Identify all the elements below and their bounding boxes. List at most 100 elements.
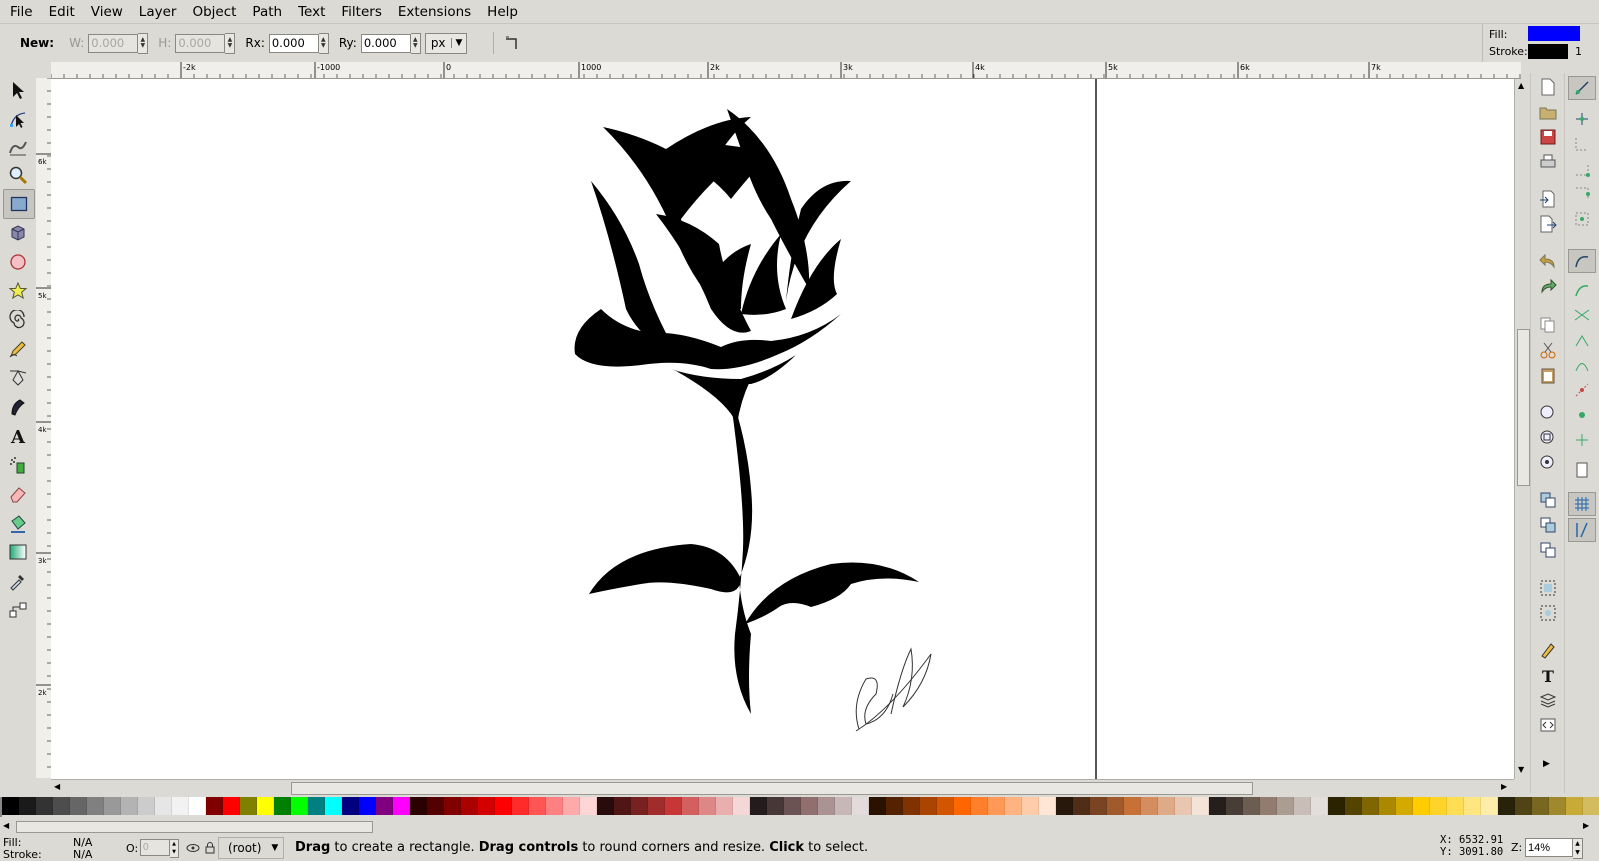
duplicate-icon[interactable] bbox=[1539, 491, 1557, 509]
palette-swatch[interactable] bbox=[903, 797, 920, 815]
snap-paths-icon[interactable] bbox=[1573, 281, 1591, 299]
palette-swatch[interactable] bbox=[359, 797, 376, 815]
horizontal-scrollbar[interactable]: ◀ ▶ bbox=[51, 779, 1514, 796]
palette-swatch[interactable] bbox=[1022, 797, 1039, 815]
scroll-down-icon[interactable]: ▼ bbox=[1518, 765, 1524, 774]
unlink-clone-icon[interactable] bbox=[1539, 541, 1557, 559]
palette-swatch[interactable] bbox=[597, 797, 614, 815]
width-stepper[interactable]: ▲ ▼ bbox=[138, 32, 149, 54]
palette-swatch[interactable] bbox=[988, 797, 1005, 815]
palette-swatch[interactable] bbox=[1260, 797, 1277, 815]
snap-bbox-corner-icon[interactable] bbox=[1573, 160, 1591, 178]
tweak-tool[interactable] bbox=[3, 133, 33, 161]
menu-text[interactable]: Text bbox=[288, 4, 331, 20]
palette-swatch[interactable] bbox=[1430, 797, 1447, 815]
snap-midpoints-icon[interactable] bbox=[1573, 381, 1591, 399]
palette-swatch[interactable] bbox=[1226, 797, 1243, 815]
palette-swatch[interactable] bbox=[1413, 797, 1430, 815]
ungroup-icon[interactable] bbox=[1539, 604, 1557, 622]
palette-swatch[interactable] bbox=[1209, 797, 1226, 815]
opacity-input[interactable] bbox=[140, 839, 170, 856]
snap-bbox-icon[interactable] bbox=[1573, 110, 1591, 128]
export-icon[interactable] bbox=[1539, 215, 1557, 233]
palette-swatch[interactable] bbox=[631, 797, 648, 815]
zoom-input[interactable] bbox=[1525, 838, 1573, 857]
palette-swatch[interactable] bbox=[835, 797, 852, 815]
snap-page-border-icon[interactable] bbox=[1573, 461, 1591, 479]
palette-swatch[interactable] bbox=[665, 797, 682, 815]
ry-input[interactable] bbox=[360, 33, 411, 53]
eraser-tool[interactable] bbox=[3, 480, 33, 508]
snap-rotation-center-icon[interactable] bbox=[1573, 431, 1591, 449]
palette-swatch[interactable] bbox=[478, 797, 495, 815]
snap-nodes-button[interactable] bbox=[1568, 249, 1596, 273]
reset-corners-icon[interactable] bbox=[504, 35, 520, 51]
palette-swatch[interactable] bbox=[274, 797, 291, 815]
zoom-drawing-icon[interactable] bbox=[1539, 429, 1557, 447]
palette-swatch[interactable] bbox=[427, 797, 444, 815]
palette-swatch[interactable] bbox=[699, 797, 716, 815]
zoom-selection-icon[interactable] bbox=[1539, 404, 1557, 422]
palette-swatch[interactable] bbox=[36, 797, 53, 815]
palette-swatch[interactable] bbox=[189, 797, 206, 815]
palette-swatch[interactable] bbox=[1447, 797, 1464, 815]
paste-icon[interactable] bbox=[1539, 366, 1557, 384]
palette-swatch[interactable] bbox=[1005, 797, 1022, 815]
palette-swatch[interactable] bbox=[155, 797, 172, 815]
palette-swatch[interactable] bbox=[1107, 797, 1124, 815]
palette-swatch[interactable] bbox=[750, 797, 767, 815]
scroll-right-icon[interactable]: ▶ bbox=[1501, 782, 1507, 791]
palette-swatch[interactable] bbox=[393, 797, 410, 815]
save-icon[interactable] bbox=[1539, 128, 1557, 146]
gradient-tool[interactable] bbox=[3, 538, 33, 566]
palette-swatch[interactable] bbox=[1345, 797, 1362, 815]
palette-swatch[interactable] bbox=[223, 797, 240, 815]
palette-swatch[interactable] bbox=[172, 797, 189, 815]
snap-bbox-midpoint-icon[interactable] bbox=[1573, 185, 1591, 203]
palette-swatch[interactable] bbox=[580, 797, 597, 815]
undo-icon[interactable] bbox=[1539, 253, 1557, 271]
palette-swatch[interactable] bbox=[104, 797, 121, 815]
palette-swatch[interactable] bbox=[801, 797, 818, 815]
group-icon[interactable] bbox=[1539, 579, 1557, 597]
palette-swatch[interactable] bbox=[1073, 797, 1090, 815]
horizontal-scroll-thumb[interactable] bbox=[291, 782, 1253, 795]
fill-swatch[interactable] bbox=[1528, 26, 1580, 41]
snap-bbox-edge-icon[interactable] bbox=[1573, 135, 1591, 153]
snap-cusp-nodes-icon[interactable] bbox=[1573, 331, 1591, 349]
palette-swatch[interactable] bbox=[733, 797, 750, 815]
box3d-tool[interactable] bbox=[3, 219, 33, 247]
palette-swatch[interactable] bbox=[325, 797, 342, 815]
palette-swatch[interactable] bbox=[206, 797, 223, 815]
palette-swatch[interactable] bbox=[1515, 797, 1532, 815]
palette-swatch[interactable] bbox=[1549, 797, 1566, 815]
palette-swatch[interactable] bbox=[342, 797, 359, 815]
scroll-left-icon[interactable]: ◀ bbox=[54, 782, 60, 791]
palette-swatch[interactable] bbox=[1039, 797, 1056, 815]
snap-bbox-center-icon[interactable] bbox=[1573, 210, 1591, 228]
palette-swatch[interactable] bbox=[1192, 797, 1209, 815]
palette-swatch[interactable] bbox=[2, 797, 19, 815]
palette-swatch[interactable] bbox=[410, 797, 427, 815]
palette-swatch[interactable] bbox=[1158, 797, 1175, 815]
ry-stepper[interactable]: ▲ ▼ bbox=[410, 32, 421, 54]
calligraphy-tool[interactable] bbox=[3, 393, 33, 421]
palette-swatch[interactable] bbox=[1175, 797, 1192, 815]
palette-swatch[interactable] bbox=[87, 797, 104, 815]
palette-swatch[interactable] bbox=[291, 797, 308, 815]
node-tool[interactable] bbox=[3, 105, 33, 133]
menu-help[interactable]: Help bbox=[477, 4, 524, 20]
palette-swatch[interactable] bbox=[1498, 797, 1515, 815]
palette-swatch[interactable] bbox=[1124, 797, 1141, 815]
pencil-tool[interactable] bbox=[3, 335, 33, 363]
palette-swatch[interactable] bbox=[1056, 797, 1073, 815]
palette-scroll-left-icon[interactable]: ◀ bbox=[3, 821, 9, 830]
palette-swatch[interactable] bbox=[954, 797, 971, 815]
palette-swatch[interactable] bbox=[784, 797, 801, 815]
palette-swatch[interactable] bbox=[852, 797, 869, 815]
more-commands-icon[interactable]: ▶ bbox=[1543, 759, 1550, 769]
opacity-stepper[interactable]: ▲ ▼ bbox=[170, 839, 179, 858]
palette-swatch[interactable] bbox=[1566, 797, 1583, 815]
ellipse-tool[interactable] bbox=[3, 248, 33, 276]
height-input[interactable] bbox=[175, 33, 226, 53]
